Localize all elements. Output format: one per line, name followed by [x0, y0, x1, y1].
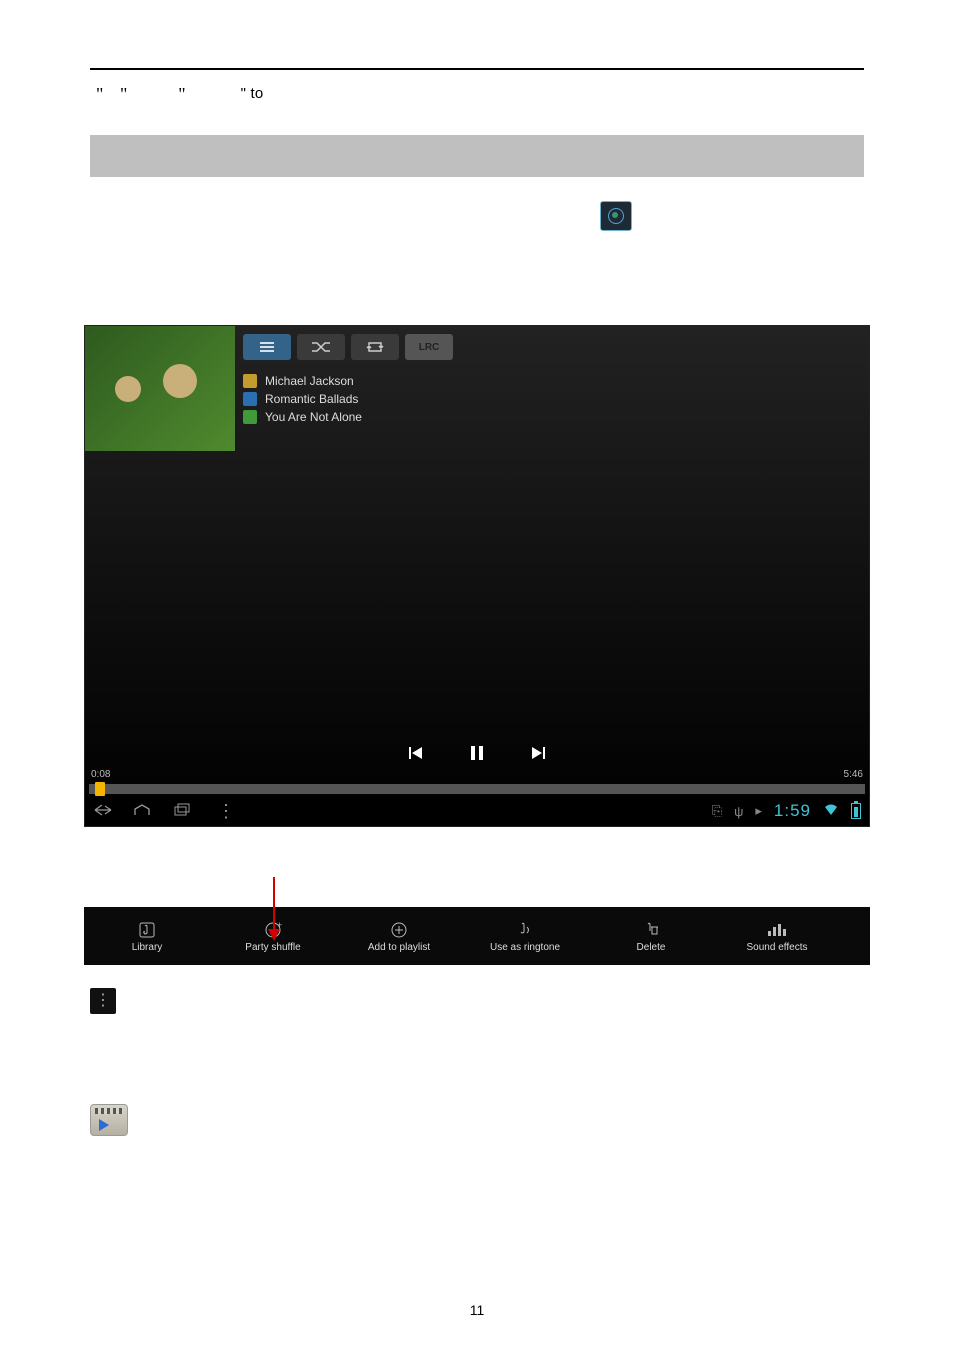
shuffle-button[interactable]	[297, 334, 345, 360]
clock: 1:59	[774, 801, 811, 821]
progress-bar[interactable]	[89, 784, 865, 794]
to-text: " to	[241, 85, 264, 102]
video-icon-line	[90, 1104, 864, 1136]
song-name: You Are Not Alone	[265, 410, 362, 424]
wifi-icon	[823, 803, 839, 820]
play-indicator-icon: ▸	[755, 803, 762, 819]
total-time: 5:46	[844, 769, 863, 780]
queue-button[interactable]	[243, 334, 291, 360]
player-top-buttons: LRC	[243, 334, 453, 360]
repeat-button[interactable]	[351, 334, 399, 360]
system-bar: ⋮ ⎘ ψ ▸ 1:59	[85, 796, 869, 826]
menu-add-label: Add to playlist	[368, 942, 430, 953]
menu-delete-label: Delete	[637, 942, 666, 953]
artist-name: Michael Jackson	[265, 374, 354, 388]
artist-row: Michael Jackson	[243, 374, 362, 388]
arrow-annotation	[90, 827, 864, 907]
close-quote-1: "	[114, 84, 134, 104]
library-icon	[137, 920, 157, 940]
home-button[interactable]	[133, 804, 151, 819]
intro-line: " " " " to	[90, 84, 864, 105]
pause-button[interactable]	[470, 745, 484, 766]
menu-delete[interactable]: Delete	[588, 920, 714, 953]
next-button[interactable]	[530, 745, 546, 766]
elapsed-time: 0:08	[91, 769, 110, 780]
party-shuffle-icon: +	[263, 920, 283, 940]
sound-effects-icon	[767, 920, 787, 940]
open-quote-2: "	[172, 84, 192, 104]
section-heading-bar	[90, 135, 864, 177]
overflow-menu-icon[interactable]: ⋮	[213, 802, 239, 820]
menu-party-label: Party shuffle	[245, 942, 300, 953]
status-icon-1: ⎘	[712, 803, 722, 819]
ringtone-icon	[515, 920, 535, 940]
menu-ringtone[interactable]: Use as ringtone	[462, 920, 588, 953]
track-metadata: Michael Jackson Romantic Ballads You Are…	[243, 370, 362, 428]
overflow-menu-bar: Library + Party shuffle Add to playlist …	[84, 907, 870, 965]
menu-sound-label: Sound effects	[747, 942, 808, 953]
album-art	[85, 326, 235, 451]
menu-add-playlist[interactable]: Add to playlist	[336, 920, 462, 953]
status-area: ⎘ ψ ▸ 1:59	[712, 801, 861, 821]
music-player-screenshot: LRC Michael Jackson Romantic Ballads You…	[84, 325, 870, 827]
add-playlist-icon	[389, 920, 409, 940]
overflow-icon: ⋮	[90, 988, 116, 1014]
music-app-icon	[600, 201, 632, 231]
svg-text:+: +	[277, 921, 282, 930]
open-quote-1: "	[90, 84, 110, 104]
menu-party-shuffle[interactable]: + Party shuffle	[210, 920, 336, 953]
page: " " " " to LRC Michael Jackson	[0, 0, 954, 1348]
battery-icon	[851, 803, 861, 819]
album-icon	[243, 392, 257, 406]
paragraph-with-icon	[90, 195, 864, 255]
album-name: Romantic Ballads	[265, 392, 358, 406]
recent-button[interactable]	[173, 803, 191, 820]
lrc-button[interactable]: LRC	[405, 334, 453, 360]
video-app-icon	[90, 1104, 128, 1136]
menu-library-label: Library	[132, 942, 163, 953]
artist-icon	[243, 374, 257, 388]
prev-button[interactable]	[408, 745, 424, 766]
back-button[interactable]	[93, 804, 111, 819]
page-number: 11	[0, 1302, 954, 1318]
delete-icon	[641, 920, 661, 940]
menu-sound-effects[interactable]: Sound effects	[714, 920, 840, 953]
overflow-icon-line: ⋮	[90, 985, 864, 1014]
divider	[90, 68, 864, 70]
nav-buttons: ⋮	[93, 802, 239, 820]
album-row: Romantic Ballads	[243, 392, 362, 406]
song-icon	[243, 410, 257, 424]
song-row: You Are Not Alone	[243, 410, 362, 424]
menu-library[interactable]: Library	[84, 920, 210, 953]
menu-ringtone-label: Use as ringtone	[490, 942, 560, 953]
progress-knob[interactable]	[95, 782, 105, 796]
transport-controls	[85, 745, 869, 766]
usb-icon: ψ	[734, 804, 743, 819]
